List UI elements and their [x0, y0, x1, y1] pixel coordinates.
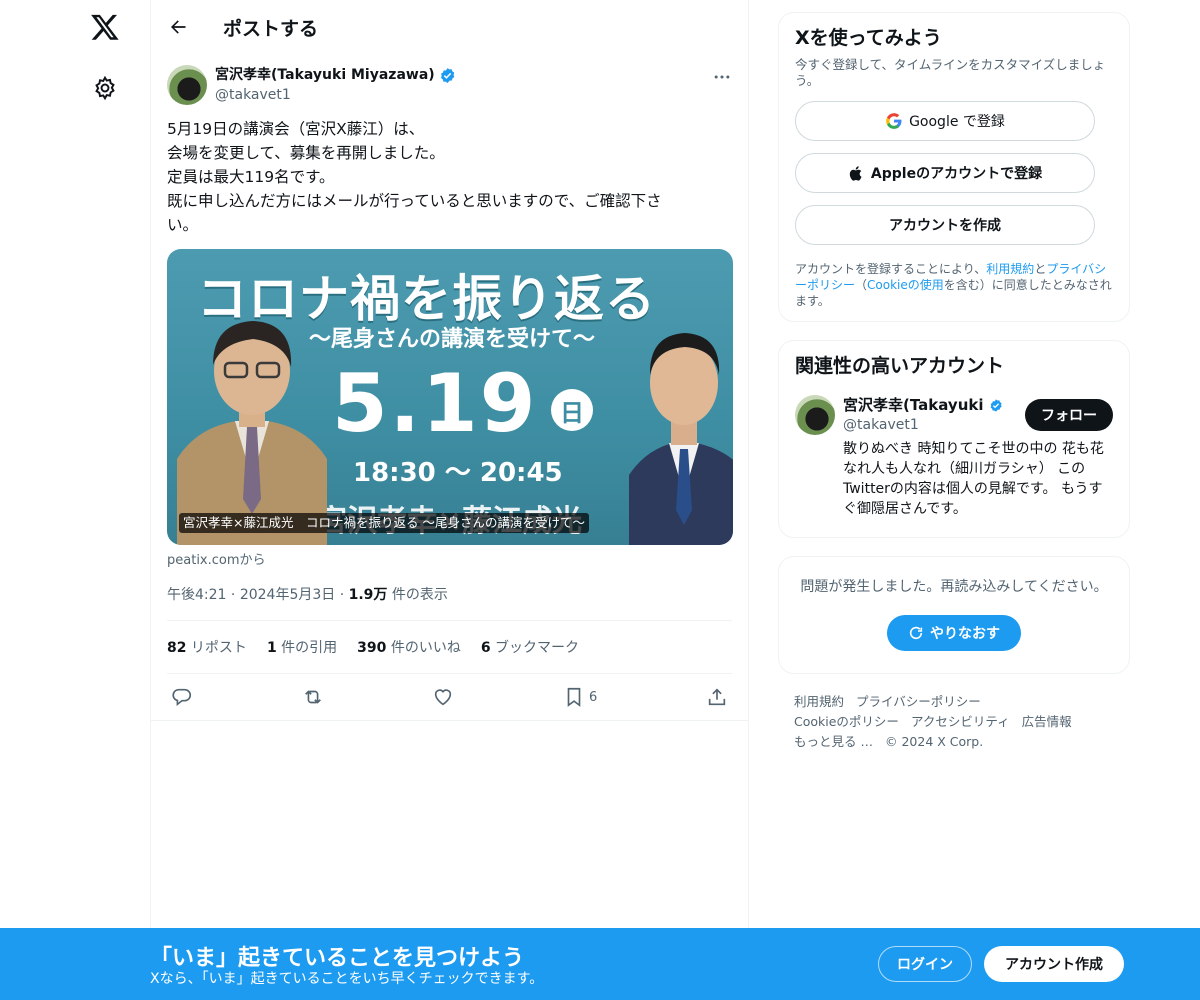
back-button[interactable]: [161, 10, 195, 44]
author-row: 宮沢孝幸(Takayuki Miyazawa) @takavet1: [167, 65, 732, 105]
views-count: 1.9万: [348, 587, 388, 603]
refresh-icon: [909, 626, 923, 640]
share-button[interactable]: [706, 686, 728, 708]
signup-card: Xを使ってみよう 今すぐ登録して、タイムラインをカスタマイズしましょう。 Goo…: [778, 12, 1130, 322]
google-logo-icon: [886, 113, 902, 129]
footer-link[interactable]: アクセシビリティ: [911, 714, 1010, 729]
media-subheadline: 〜尾身さんの講演を受けて〜: [309, 327, 596, 352]
footer-link[interactable]: もっと見る …: [794, 734, 873, 749]
main-column: ポストする 宮沢孝幸(Takayuki Miyazawa) @takavet1 …: [150, 0, 749, 1000]
post-text-line: 既に申し込んだ方にはメールが行っていると思いますので、ご確認下さ: [167, 192, 662, 210]
create-account-label: アカウントを作成: [889, 218, 1001, 234]
error-message: 問題が発生しました。再読み込みしてください。: [800, 579, 1108, 595]
post-text-line: い。: [167, 216, 199, 234]
signup-title: Xを使ってみよう: [795, 27, 942, 49]
footer-link[interactable]: 利用規約: [794, 694, 844, 709]
gear-icon[interactable]: [92, 75, 118, 101]
media-day: 日: [551, 389, 593, 431]
relevant-accounts-card: 関連性の高いアカウント 宮沢孝幸(Takayuki Miyazawa) @tak…: [778, 340, 1130, 538]
post-actions: 6: [167, 674, 732, 720]
signup-subtitle: 今すぐ登録して、タイムラインをカスタマイズしましょう。: [795, 57, 1106, 88]
post-meta: 午後4:21 · 2024年5月3日 · 1.9万 件の表示: [167, 584, 732, 621]
verified-badge-icon: [440, 67, 454, 83]
footer-link[interactable]: Cookieのポリシー: [794, 714, 899, 729]
relevant-account-handle[interactable]: @takavet1: [843, 415, 1003, 435]
terms-notice: アカウントを登録することにより、利用規約とプライバシーポリシー（Cookieの使…: [795, 262, 1112, 308]
cookie-link[interactable]: Cookieの使用: [867, 278, 944, 292]
author-name[interactable]: 宮沢孝幸(Takayuki Miyazawa): [215, 65, 435, 85]
error-card: 問題が発生しました。再読み込みしてください。 やりなおす: [778, 556, 1130, 674]
copyright: © 2024 X Corp.: [884, 734, 984, 749]
author-handle[interactable]: @takavet1: [215, 85, 456, 105]
apple-signup-button[interactable]: Appleのアカウントで登録: [795, 153, 1095, 193]
post-text-line: 定員は最大119名です。: [167, 168, 335, 186]
repost-button[interactable]: [302, 686, 324, 708]
footer-link[interactable]: プライバシーポリシー: [856, 694, 981, 709]
retry-label: やりなおす: [930, 626, 1000, 642]
page-title: ポストする: [223, 17, 319, 40]
verified-badge-icon: [990, 398, 1002, 412]
relevant-account-bio: 散りぬべき 時知りてこそ世の中の 花も花なれ人も人なれ（細川ガラシャ） このTw…: [843, 441, 1104, 517]
share-icon: [708, 688, 726, 706]
google-signup-button[interactable]: Google で登録: [795, 101, 1095, 141]
heart-icon: [435, 689, 452, 706]
x-logo-icon[interactable]: [90, 12, 120, 42]
bookmark-icon: [567, 687, 581, 707]
google-signup-label: Google で登録: [909, 114, 1005, 130]
media-caption: 宮沢孝幸×藤江成光 コロナ禍を振り返る 〜尾身さんの講演を受けて〜: [179, 513, 589, 533]
apple-logo-icon: [849, 165, 862, 181]
more-options-icon[interactable]: [712, 67, 732, 87]
post-text-line: 5月19日の講演会（宮沢X藤江）は、: [167, 120, 425, 138]
media-time: 18:30 〜 20:45: [353, 458, 563, 488]
login-button[interactable]: ログイン: [878, 946, 972, 982]
bookmark-count: 6: [589, 689, 598, 705]
media-date: 5.19: [332, 357, 538, 450]
reposts-stat[interactable]: 82 リポスト: [167, 637, 247, 657]
signup-banner: 「いま」起きていることを見つけよう Xなら、「いま」起きていることをいち早くチェ…: [0, 928, 1200, 1000]
footer-links: 利用規約 プライバシーポリシー Cookieのポリシー アクセシビリティ 広告情報 も…: [778, 692, 1130, 752]
post-date[interactable]: 2024年5月3日: [240, 587, 335, 603]
speaker-photo-right: [629, 333, 733, 545]
create-account-button[interactable]: アカウントを作成: [795, 205, 1095, 245]
post-text-line: 会場を変更して、募集を再開しました。: [167, 144, 445, 162]
post-media-card[interactable]: コロナ禍を振り返る 〜尾身さんの講演を受けて〜 5.19 日 18:30 〜 2…: [167, 249, 733, 545]
relevant-title: 関連性の高いアカウント: [795, 355, 1005, 377]
bookmarks-stat[interactable]: 6 ブックマーク: [481, 637, 579, 657]
relevant-account-name[interactable]: 宮沢孝幸(Takayuki Miyazawa): [843, 395, 985, 415]
signup-button[interactable]: アカウント作成: [984, 946, 1124, 982]
retry-button[interactable]: やりなおす: [887, 615, 1021, 651]
likes-stat[interactable]: 390 件のいいね: [357, 637, 461, 657]
reply-button[interactable]: [171, 686, 193, 708]
post-time[interactable]: 午後4:21: [167, 587, 226, 603]
footer-link[interactable]: 広告情報: [1022, 714, 1072, 729]
top-bar: ポストする: [151, 0, 748, 54]
repost-icon: [304, 690, 321, 704]
post: 宮沢孝幸(Takayuki Miyazawa) @takavet1 5月19日の…: [151, 65, 748, 721]
avatar[interactable]: [167, 65, 207, 105]
views-label: 件の表示: [387, 587, 448, 603]
banner-subtitle: Xなら、「いま」起きていることをいち早くチェックできます。: [150, 971, 544, 987]
relevant-account-row[interactable]: 宮沢孝幸(Takayuki Miyazawa) @takavet1 フォロー: [795, 395, 1113, 435]
bookmark-button[interactable]: 6: [563, 686, 597, 708]
right-sidebar: Xを使ってみよう 今すぐ登録して、タイムラインをカスタマイズしましょう。 Goo…: [778, 12, 1130, 752]
follow-button[interactable]: フォロー: [1025, 399, 1113, 431]
left-nav: [0, 0, 150, 1000]
post-text: 5月19日の講演会（宮沢X藤江）は、 会場を変更して、募集を再開しました。 定員…: [167, 117, 732, 237]
post-stats: 82 リポスト 1 件の引用 390 件のいいね 6 ブックマーク: [167, 621, 732, 674]
speaker-photo-left: [177, 321, 327, 545]
apple-signup-label: Appleのアカウントで登録: [870, 166, 1043, 182]
terms-link[interactable]: 利用規約: [986, 262, 1034, 276]
arrow-left-icon: [171, 20, 186, 34]
avatar[interactable]: [795, 395, 835, 435]
link-source[interactable]: peatix.comから: [167, 549, 732, 568]
like-button[interactable]: [432, 686, 454, 708]
reply-icon: [172, 688, 191, 707]
quotes-stat[interactable]: 1 件の引用: [267, 637, 337, 657]
divider: [151, 720, 748, 721]
